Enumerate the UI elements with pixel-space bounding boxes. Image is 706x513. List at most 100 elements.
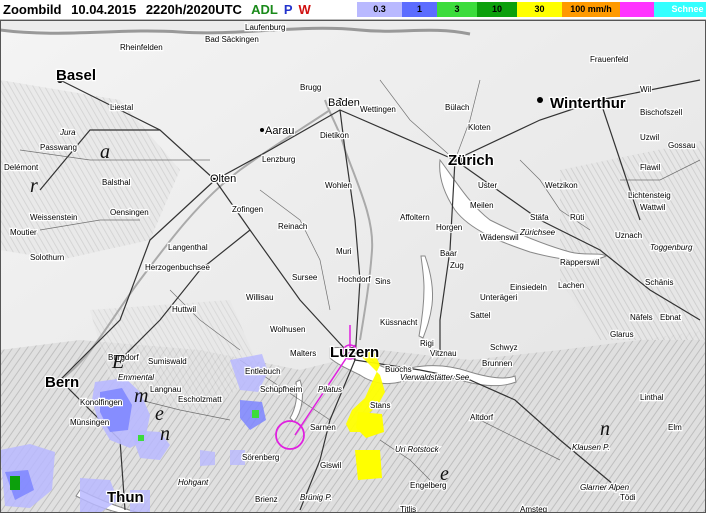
town-label: Langenthal bbox=[168, 243, 208, 252]
region-label-emmental-4: n bbox=[160, 423, 170, 445]
town-label: Willisau bbox=[246, 293, 274, 302]
city-label-olten: Olten bbox=[210, 173, 236, 185]
town-label: Linthal bbox=[640, 393, 664, 402]
city-label-baden: Baden bbox=[328, 97, 360, 109]
legend-swatch: Schnee bbox=[654, 2, 706, 17]
region-label-glarus-n: n bbox=[600, 418, 610, 440]
town-label: Schüpfheim bbox=[260, 385, 303, 394]
city-label-bern: Bern bbox=[45, 374, 79, 391]
town-label: Wil bbox=[640, 85, 651, 94]
town-label: Wattwil bbox=[640, 203, 666, 212]
town-label: Weissenstein bbox=[30, 213, 77, 222]
town-label: Zug bbox=[450, 261, 464, 270]
town-label: Rheinfelden bbox=[120, 43, 163, 52]
city-label-thun: Thun bbox=[107, 489, 144, 506]
town-label: Vitznau bbox=[430, 349, 457, 358]
town-label: Bad Säckingen bbox=[205, 35, 259, 44]
legend-swatch: 100 mm/h bbox=[562, 2, 620, 17]
zoom-map-view: Zoombild 10.04.2015 2220h/2020UTC ADL P W … bbox=[0, 0, 706, 513]
town-label: Affoltern bbox=[400, 213, 430, 222]
town-label: Dietikon bbox=[320, 131, 349, 140]
town-label: Lichtensteig bbox=[628, 191, 671, 200]
legend-label: 30 bbox=[534, 4, 545, 14]
town-label: Elm bbox=[668, 423, 682, 432]
map-canvas[interactable]: Basel Zürich Winterthur Bern Luzern Thun… bbox=[0, 20, 706, 513]
town-label: Solothurn bbox=[30, 253, 64, 262]
precip-engelberg-yellow bbox=[355, 450, 382, 480]
town-label: Delémont bbox=[4, 163, 39, 172]
town-label: Frauenfeld bbox=[590, 55, 628, 64]
time-label: 2220h/2020UTC bbox=[145, 2, 242, 17]
town-label: Titlis bbox=[400, 505, 416, 513]
precip-green-2 bbox=[138, 435, 144, 441]
legend-label: 100 mm/h bbox=[570, 4, 612, 14]
town-label: Langnau bbox=[150, 385, 181, 394]
town-label: Huttwil bbox=[172, 305, 196, 314]
town-label: Münsingen bbox=[70, 418, 109, 427]
header-bar: Zoombild 10.04.2015 2220h/2020UTC ADL P W … bbox=[0, 0, 706, 20]
precip-green-3 bbox=[10, 476, 20, 490]
legend-swatch: 3 bbox=[437, 2, 477, 17]
town-label: Küssnacht bbox=[380, 318, 418, 327]
town-label: Wettingen bbox=[360, 105, 396, 114]
town-label: Konolfingen bbox=[80, 398, 122, 407]
town-label: Ebnat bbox=[660, 313, 682, 322]
logo-p: P bbox=[283, 2, 293, 17]
map-title: Zoombild 10.04.2015 2220h/2020UTC ADL P W bbox=[3, 2, 323, 17]
region-label-emmental: Emmental bbox=[118, 373, 154, 382]
town-label: Passwang bbox=[40, 143, 77, 152]
town-label: Altdorf bbox=[470, 413, 494, 422]
town-label: Rapperswil bbox=[560, 258, 600, 267]
town-label: Sattel bbox=[470, 311, 491, 320]
town-label: Lenzburg bbox=[262, 155, 295, 164]
town-label: Sörenberg bbox=[242, 453, 279, 462]
town-label: Escholzmatt bbox=[178, 395, 222, 404]
region-label-emmental-1: E bbox=[111, 351, 124, 373]
legend-swatch: 10 bbox=[477, 2, 517, 17]
town-label: Brunnen bbox=[482, 359, 512, 368]
peak-label-pilatus: Pilatus bbox=[318, 385, 342, 394]
town-label: Brienz bbox=[255, 495, 278, 504]
logo-adl: ADL bbox=[251, 2, 278, 17]
town-label: Tödi bbox=[620, 493, 636, 502]
region-label-glarner-alpen: Glarner Alpen bbox=[580, 483, 630, 492]
town-label: Rigi bbox=[420, 339, 434, 348]
logo-w: W bbox=[298, 2, 311, 17]
town-label: Moutier bbox=[10, 228, 37, 237]
town-label: Herzogenbuchsee bbox=[145, 263, 210, 272]
town-label: Muri bbox=[336, 247, 352, 256]
town-label: Glarus bbox=[610, 330, 634, 339]
town-label: Entlebuch bbox=[245, 367, 281, 376]
town-label: Wädenswil bbox=[480, 233, 519, 242]
pass-label-bruenig: Brünig P. bbox=[300, 493, 332, 502]
peak-label-hohgant: Hohgant bbox=[178, 478, 209, 487]
region-label-emmental-3: e bbox=[155, 403, 164, 425]
town-label: Sins bbox=[375, 277, 391, 286]
town-label: Schwyz bbox=[490, 343, 518, 352]
town-label: Rüti bbox=[570, 213, 584, 222]
town-label: Sarnen bbox=[310, 423, 336, 432]
precip-spot-1 bbox=[200, 450, 215, 466]
town-label: Stans bbox=[370, 401, 390, 410]
town-label: Zofingen bbox=[232, 205, 263, 214]
region-label-jura-r: r bbox=[30, 175, 38, 197]
lake-label-zurichsee: Zürichsee bbox=[519, 228, 556, 237]
region-label-emmental-2: m bbox=[134, 385, 148, 407]
legend-label: 1 bbox=[416, 4, 422, 14]
town-label: Balsthal bbox=[102, 178, 131, 187]
town-label: Bischofszell bbox=[640, 108, 682, 117]
city-label-aarau: Aarau bbox=[265, 125, 294, 137]
town-label: Gossau bbox=[668, 141, 696, 150]
town-label: Unterägeri bbox=[480, 293, 518, 302]
town-label: Kloten bbox=[468, 123, 491, 132]
city-label-luzern: Luzern bbox=[330, 344, 379, 361]
town-label: Oensingen bbox=[110, 208, 149, 217]
legend-swatch bbox=[620, 2, 654, 17]
peak-label-uri-rotstock: Uri Rotstock bbox=[395, 445, 440, 454]
town-label: Laufenburg bbox=[245, 23, 285, 32]
town-label: Amsteg bbox=[520, 505, 547, 513]
town-label: Uzwil bbox=[640, 133, 659, 142]
legend-label: 10 bbox=[491, 4, 502, 14]
city-label-basel: Basel bbox=[56, 67, 96, 84]
town-label: Horgen bbox=[436, 223, 462, 232]
